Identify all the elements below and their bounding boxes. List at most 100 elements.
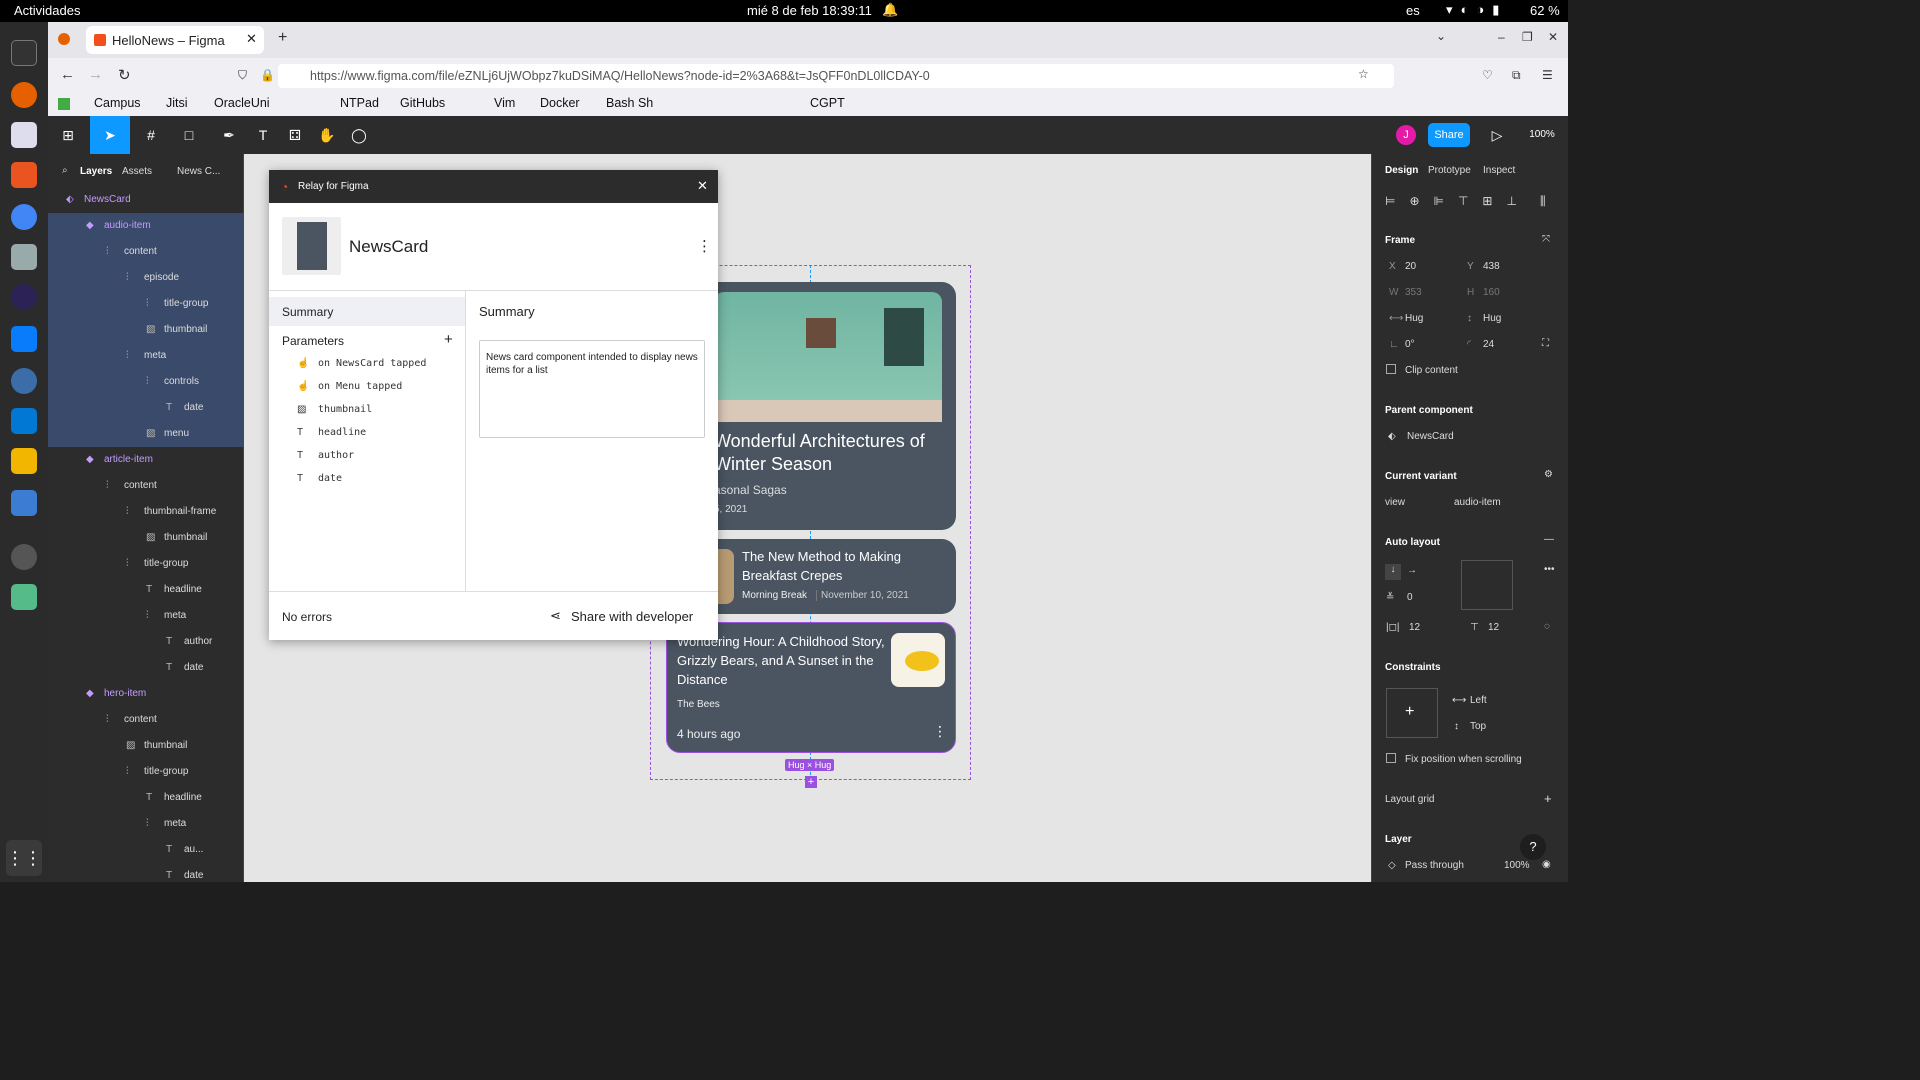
add-layout-grid-icon[interactable]: +	[1544, 791, 1552, 806]
nav-parameters[interactable]: Parameters	[282, 334, 344, 348]
layer-row[interactable]: ⫶ meta	[48, 343, 244, 369]
more-horizontal-icon[interactable]: •••	[1544, 564, 1555, 575]
radius-value[interactable]: 24	[1483, 339, 1494, 350]
language-indicator[interactable]: es	[1406, 3, 1420, 18]
parameter-item[interactable]: on Menu tapped	[318, 381, 402, 392]
app-icon[interactable]	[11, 368, 37, 394]
layer-row[interactable]: ⫶ title-group	[48, 759, 244, 785]
clock[interactable]: mié 8 de feb 18:39:11	[747, 3, 872, 18]
vertical-direction-icon[interactable]: ↓	[1385, 564, 1401, 580]
spacing-value[interactable]: 0	[1407, 592, 1413, 603]
layer-row[interactable]: ▨ thumbnail	[48, 733, 244, 759]
h-value[interactable]: 160	[1483, 287, 1500, 298]
pen-tool-icon[interactable]: ✒	[214, 123, 244, 147]
parent-component-name[interactable]: NewsCard	[1407, 431, 1454, 442]
search-icon[interactable]: ⌕	[62, 165, 68, 176]
activities-button[interactable]: Actividades	[14, 3, 80, 18]
layer-row[interactable]: ⫶ content	[48, 473, 244, 499]
parameter-item[interactable]: thumbnail	[318, 404, 372, 415]
resources-icon[interactable]: ⚃	[284, 123, 306, 147]
layer-row[interactable]: ▨ thumbnail	[48, 525, 244, 551]
share-icon[interactable]: ⋖	[550, 608, 561, 624]
horizontal-constraint[interactable]: Left	[1470, 695, 1487, 706]
layer-row[interactable]: ▨ thumbnail	[48, 317, 244, 343]
padding-h-value[interactable]: 12	[1409, 622, 1420, 633]
visibility-icon[interactable]: ◉	[1542, 859, 1551, 870]
layer-row[interactable]: ⫶ title-group	[48, 291, 244, 317]
parameter-item[interactable]: date	[318, 473, 342, 484]
text-tool-icon[interactable]: T	[252, 123, 274, 147]
avatar[interactable]: J	[1396, 125, 1416, 145]
files-icon[interactable]	[11, 244, 37, 270]
comment-tool-icon[interactable]: ◯	[348, 123, 370, 147]
add-variant-icon[interactable]: +	[805, 776, 817, 788]
intellij-icon[interactable]	[11, 326, 37, 352]
firefox-view-icon[interactable]	[58, 33, 70, 45]
audio-card[interactable]: Wondering Hour: A Childhood Story, Grizz…	[666, 622, 956, 753]
bookmark-githubs[interactable]: GitHubs	[400, 96, 445, 110]
hero-card[interactable]: Wonderful Architectures of Winter Season…	[704, 282, 956, 530]
fix-position-checkbox[interactable]	[1386, 753, 1396, 763]
chrome-icon[interactable]	[11, 204, 37, 230]
extensions-icon[interactable]: ⧉	[1512, 68, 1521, 83]
tab-layers[interactable]: Layers	[80, 166, 112, 177]
pocket-icon[interactable]: ♡	[1482, 68, 1493, 82]
firefox-icon[interactable]	[11, 82, 37, 108]
layer-row[interactable]: ⫶ content	[48, 707, 244, 733]
layer-row[interactable]: Tauthor	[48, 629, 244, 655]
rotation-value[interactable]: 0°	[1405, 339, 1415, 350]
bookmark-bash[interactable]: Bash Sh	[606, 96, 653, 110]
layer-opacity[interactable]: 100%	[1504, 860, 1530, 871]
back-icon[interactable]: ←	[60, 66, 75, 83]
figma-menu-icon[interactable]: ⊞	[56, 123, 80, 147]
new-tab-icon[interactable]: +	[278, 29, 287, 47]
frame-tool-icon[interactable]: #	[136, 123, 166, 147]
layer-row[interactable]: ▨ menu	[48, 421, 244, 447]
maximize-icon[interactable]: ❐	[1522, 30, 1533, 44]
layer-row[interactable]: ◆ audio-item	[48, 213, 244, 239]
menu-icon[interactable]: ☰	[1542, 68, 1553, 82]
summary-textarea[interactable]: News card component intended to display …	[479, 340, 705, 438]
minimize-icon[interactable]: –	[1498, 30, 1505, 44]
app-grid-icon[interactable]: ⋮⋮⋮	[6, 840, 60, 876]
layer-row[interactable]: Tdate	[48, 655, 244, 681]
blend-mode[interactable]: Pass through	[1405, 860, 1464, 871]
x-value[interactable]: 20	[1405, 261, 1416, 272]
remove-auto-layout-icon[interactable]: —	[1544, 534, 1554, 545]
individual-padding-icon[interactable]: ◌	[1544, 621, 1550, 632]
reload-icon[interactable]: ↻	[118, 66, 131, 84]
clip-content-checkbox[interactable]	[1386, 364, 1396, 374]
bookmark-ntpad[interactable]: NTPad	[340, 96, 379, 110]
bookmark-jitsi[interactable]: Jitsi	[166, 96, 188, 110]
horizontal-direction-icon[interactable]: →	[1407, 565, 1417, 576]
close-window-icon[interactable]: ✕	[1548, 30, 1558, 44]
shield-icon[interactable]: ⛉	[238, 68, 247, 83]
zoom-level[interactable]: 100%	[1522, 123, 1562, 147]
layer-row[interactable]: ◆ article-item	[48, 447, 244, 473]
more-vertical-icon[interactable]: ⋮	[933, 723, 947, 740]
layer-row[interactable]: Tau...	[48, 837, 244, 863]
layer-row[interactable]: ⫶ thumbnail-frame	[48, 499, 244, 525]
share-with-developer-button[interactable]: Share with developer	[571, 609, 693, 624]
disc-icon[interactable]	[11, 544, 37, 570]
align-icons[interactable]: ⊨⊕⊫⊤⊞⊥	[1385, 194, 1531, 208]
move-tool-icon[interactable]: ➤	[90, 116, 130, 154]
status-icons[interactable]: ▾◐◑▮	[1446, 2, 1507, 18]
article-card[interactable]: The New Method to Making Breakfast Crepe…	[704, 539, 956, 614]
variant-settings-icon[interactable]: ⚙	[1544, 469, 1553, 480]
close-icon[interactable]: ✕	[697, 178, 708, 194]
layer-row[interactable]: ◆ hero-item	[48, 681, 244, 707]
layer-row[interactable]: Tdate	[48, 863, 244, 889]
variant-property-value[interactable]: audio-item	[1454, 497, 1501, 508]
layer-row[interactable]: Tdate	[48, 395, 244, 421]
parameter-item[interactable]: headline	[318, 427, 366, 438]
frame-label[interactable]: Frame	[1385, 235, 1415, 246]
bookmark-docker[interactable]: Docker	[540, 96, 580, 110]
software-center-icon[interactable]	[11, 162, 37, 188]
bookmark-vim[interactable]: Vim	[494, 96, 515, 110]
help-icon[interactable]: ?	[1520, 834, 1546, 860]
tab-hellonews[interactable]: HelloNews – Figma ✕	[86, 26, 264, 54]
trash-icon[interactable]	[11, 584, 37, 610]
layer-row[interactable]: ⫶ controls	[48, 369, 244, 395]
share-button[interactable]: Share	[1428, 123, 1470, 147]
